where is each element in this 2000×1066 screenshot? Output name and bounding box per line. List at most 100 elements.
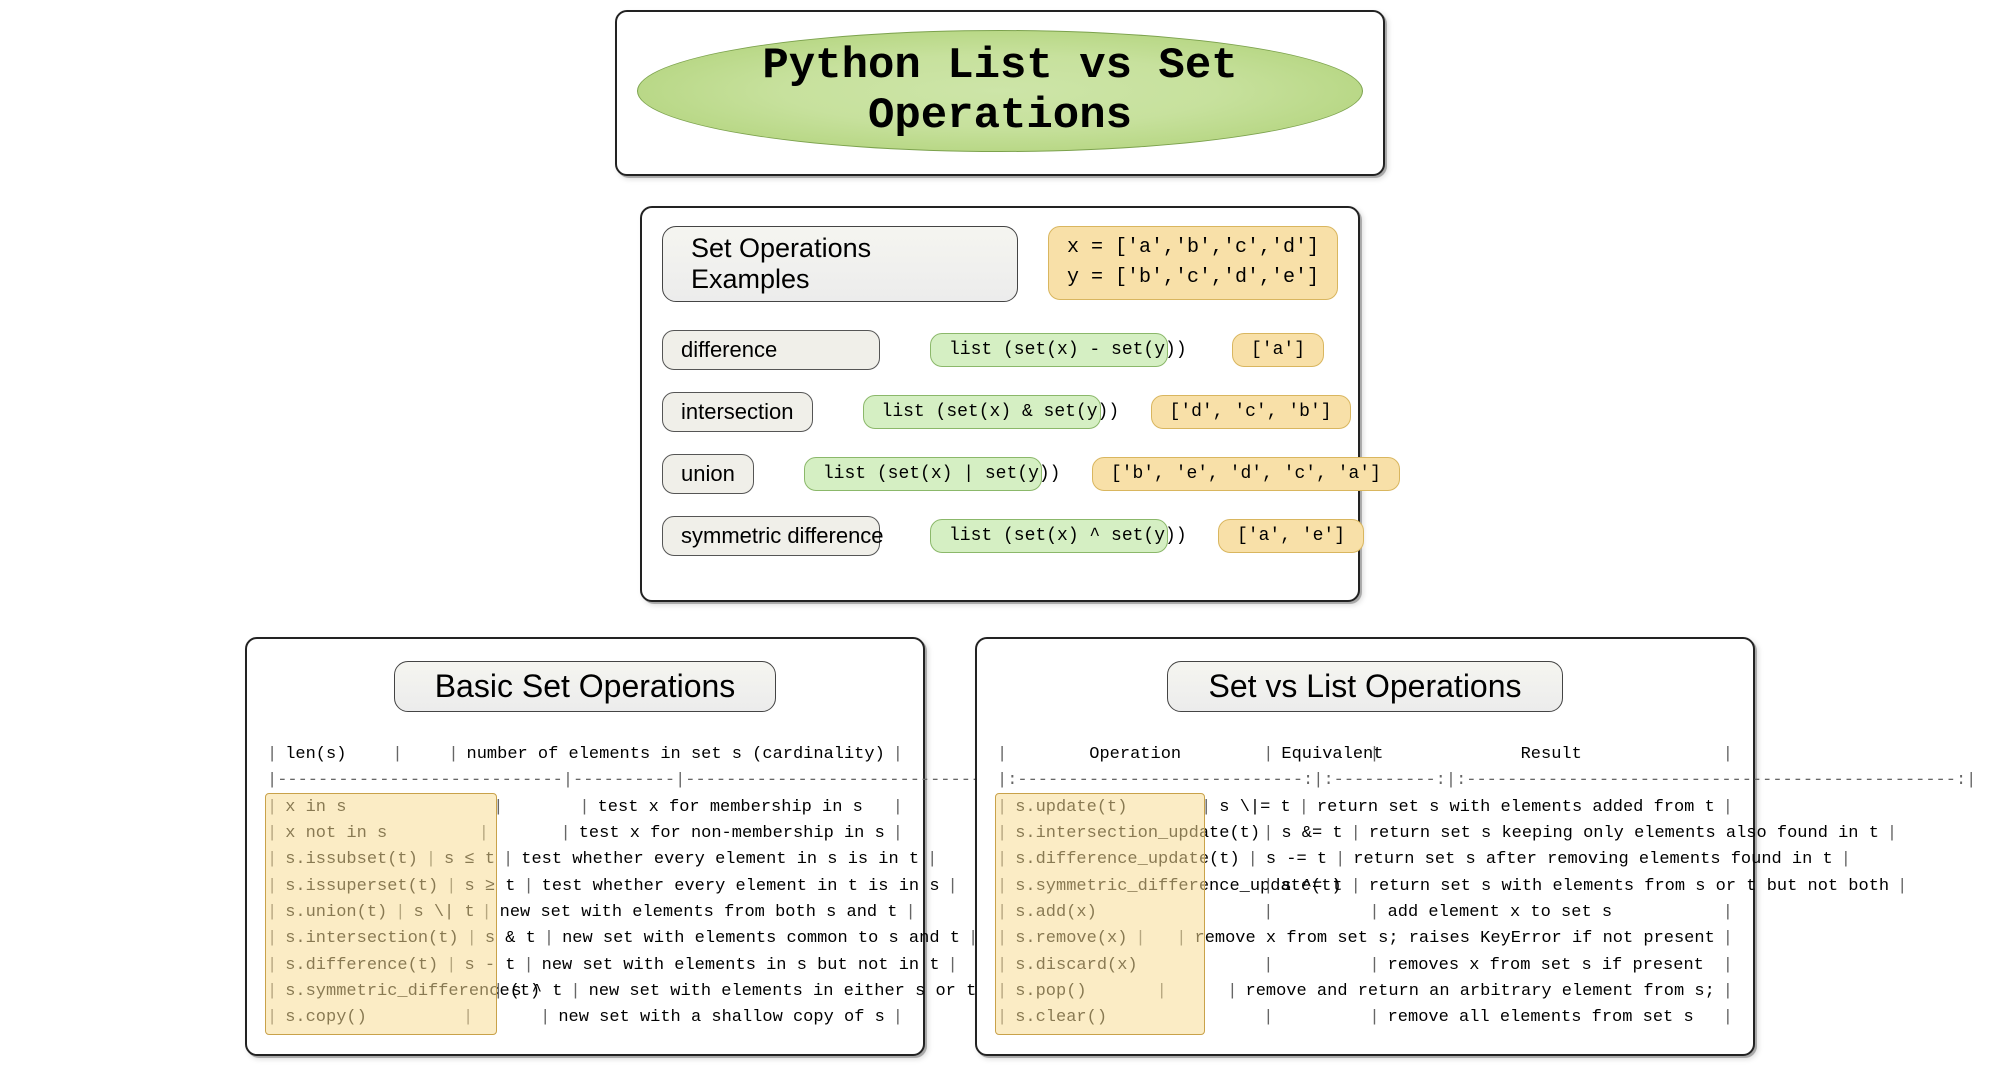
example-result: ['a']	[1232, 333, 1324, 367]
examples-setup: x = ['a','b','c','d'] y = ['b','c','d','…	[1048, 226, 1338, 300]
table-row: |s.intersection_update(t)|s &= t|return …	[997, 821, 1733, 847]
example-code: list (set(x) ^ set(y))	[930, 519, 1168, 553]
example-result: ['b', 'e', 'd', 'c', 'a']	[1092, 457, 1400, 491]
example-code: list (set(x) | set(y))	[804, 457, 1042, 491]
op-cell: len(s)	[277, 742, 392, 768]
eq-cell: s ^ t	[503, 979, 570, 1005]
example-label: intersection	[662, 392, 813, 432]
desc-cell: return set s with elements added from t	[1309, 795, 1723, 821]
op-cell: s.difference_update(t)	[1007, 847, 1247, 873]
setvslist-table: |Operation|Equivalent|Result||:---------…	[997, 742, 1733, 1032]
op-cell: s.intersection_update(t)	[1007, 821, 1263, 847]
desc-cell: removes x from set s if present	[1380, 953, 1723, 979]
eq-cell	[503, 795, 579, 821]
eq-cell: s ^= t	[1273, 874, 1350, 900]
example-code: list (set(x) - set(y))	[930, 333, 1168, 367]
op-cell: s.issuperset(t)	[277, 874, 446, 900]
desc-cell: new set with a shallow copy of s	[550, 1005, 892, 1031]
op-cell: s.issubset(t)	[277, 847, 426, 873]
eq-cell	[1273, 953, 1369, 979]
desc-cell: test whether every element in t is in s	[534, 874, 948, 900]
table-row: |s.intersection(t)|s & t|new set with el…	[267, 926, 903, 952]
example-row: union list (set(x) | set(y)) ['b', 'e', …	[662, 454, 1338, 494]
page-title: Python List vs Set Operations	[762, 41, 1237, 141]
desc-cell: test x for non-membership in s	[571, 821, 893, 847]
op-cell: x not in s	[277, 821, 478, 847]
desc-cell: remove x from set s; raises KeyError if …	[1187, 926, 1723, 952]
table-row: |s.add(x)||add element x to set s|	[997, 900, 1733, 926]
desc-cell: number of elements in set s (cardinality…	[459, 742, 893, 768]
example-label: difference	[662, 330, 880, 370]
desc-cell: new set with elements from both s and t	[492, 900, 906, 926]
setvslist-panel: Set vs List Operations |Operation|Equiva…	[975, 637, 1755, 1056]
table-row: |s.symmetric_difference_update(t)|s ^= t…	[997, 874, 1733, 900]
desc-cell: new set with elements common to s and t	[554, 926, 968, 952]
op-cell: x in s	[277, 795, 493, 821]
desc-cell: test whether every element in s is in t	[513, 847, 927, 873]
eq-cell: s - t	[456, 953, 523, 979]
col-header: Equivalent	[1273, 742, 1369, 768]
example-row: difference list (set(x) - set(y)) ['a']	[662, 330, 1338, 370]
eq-cell: s & t	[477, 926, 544, 952]
example-row: intersection list (set(x) & set(y)) ['d'…	[662, 392, 1338, 432]
eq-cell: s ≥ t	[456, 874, 523, 900]
table-row: |s.pop()||remove and return an arbitrary…	[997, 979, 1733, 1005]
eq-cell	[473, 1005, 540, 1031]
example-label: union	[662, 454, 754, 494]
eq-cell	[1146, 926, 1177, 952]
example-label: symmetric difference	[662, 516, 880, 556]
op-cell: s.remove(x)	[1007, 926, 1135, 952]
basic-ops-heading: Basic Set Operations	[394, 661, 777, 712]
eq-cell: s &= t	[1273, 821, 1350, 847]
table-row: |x not in s||test x for non-membership i…	[267, 821, 903, 847]
table-row: |s.issubset(t)|s ≤ t|test whether every …	[267, 847, 903, 873]
table-row: |s.difference(t)|s - t|new set with elem…	[267, 953, 903, 979]
table-row: |x in s||test x for membership in s|	[267, 795, 903, 821]
setup-x: x = ['a','b','c','d']	[1067, 236, 1319, 259]
op-cell: s.symmetric_difference_update(t)	[1007, 874, 1263, 900]
example-row: symmetric difference list (set(x) ^ set(…	[662, 516, 1338, 556]
table-row: |s.symmetric_difference(t)|s ^ t|new set…	[267, 979, 903, 1005]
table-row: |s.discard(x)||removes x from set s if p…	[997, 953, 1733, 979]
op-cell: s.add(x)	[1007, 900, 1263, 926]
op-cell: s.clear()	[1007, 1005, 1263, 1031]
table-row: |s.copy()||new set with a shallow copy o…	[267, 1005, 903, 1031]
basic-ops-table: |len(s)||number of elements in set s (ca…	[267, 742, 903, 1032]
op-cell: s.symmetric_difference(t)	[277, 979, 493, 1005]
example-code: list (set(x) & set(y))	[863, 395, 1101, 429]
op-cell: s.update(t)	[1007, 795, 1201, 821]
eq-cell: s ≤ t	[436, 847, 503, 873]
op-cell: s.pop()	[1007, 979, 1156, 1005]
desc-cell: new set with elements in s but not in t	[534, 953, 948, 979]
example-result: ['d', 'c', 'b']	[1151, 395, 1351, 429]
example-result: ['a', 'e']	[1218, 519, 1364, 553]
table-row: |s.remove(x)||remove x from set s; raise…	[997, 926, 1733, 952]
op-cell: s.copy()	[277, 1005, 463, 1031]
eq-cell	[1167, 979, 1227, 1005]
desc-cell: remove and return an arbitrary element f…	[1238, 979, 1723, 1005]
examples-panel: Set Operations Examples x = ['a','b','c'…	[640, 206, 1360, 602]
eq-cell	[489, 821, 561, 847]
setup-y: y = ['b','c','d','e']	[1067, 266, 1319, 289]
desc-cell: test x for membership in s	[590, 795, 893, 821]
op-cell: s.difference(t)	[277, 953, 446, 979]
table-row: |s.difference_update(t)|s -= t|return se…	[997, 847, 1733, 873]
eq-cell	[1273, 1005, 1369, 1031]
title-ellipse: Python List vs Set Operations	[637, 30, 1363, 152]
eq-cell	[403, 742, 449, 768]
eq-cell	[1273, 900, 1369, 926]
table-row: |s.issuperset(t)|s ≥ t|test whether ever…	[267, 874, 903, 900]
title-panel: Python List vs Set Operations	[615, 10, 1385, 176]
desc-cell: add element x to set s	[1380, 900, 1723, 926]
eq-cell: s \|= t	[1211, 795, 1298, 821]
desc-cell: return set s after removing elements fou…	[1345, 847, 1840, 873]
examples-heading: Set Operations Examples	[662, 226, 1018, 302]
eq-cell: s \| t	[405, 900, 481, 926]
desc-cell: return set s with elements from s or t b…	[1361, 874, 1897, 900]
table-row: |len(s)||number of elements in set s (ca…	[267, 742, 903, 768]
setvslist-heading: Set vs List Operations	[1167, 661, 1562, 712]
col-header: Operation	[1007, 742, 1263, 768]
op-cell: s.discard(x)	[1007, 953, 1263, 979]
col-header: Result	[1380, 742, 1723, 768]
table-row: |s.union(t)|s \| t|new set with elements…	[267, 900, 903, 926]
